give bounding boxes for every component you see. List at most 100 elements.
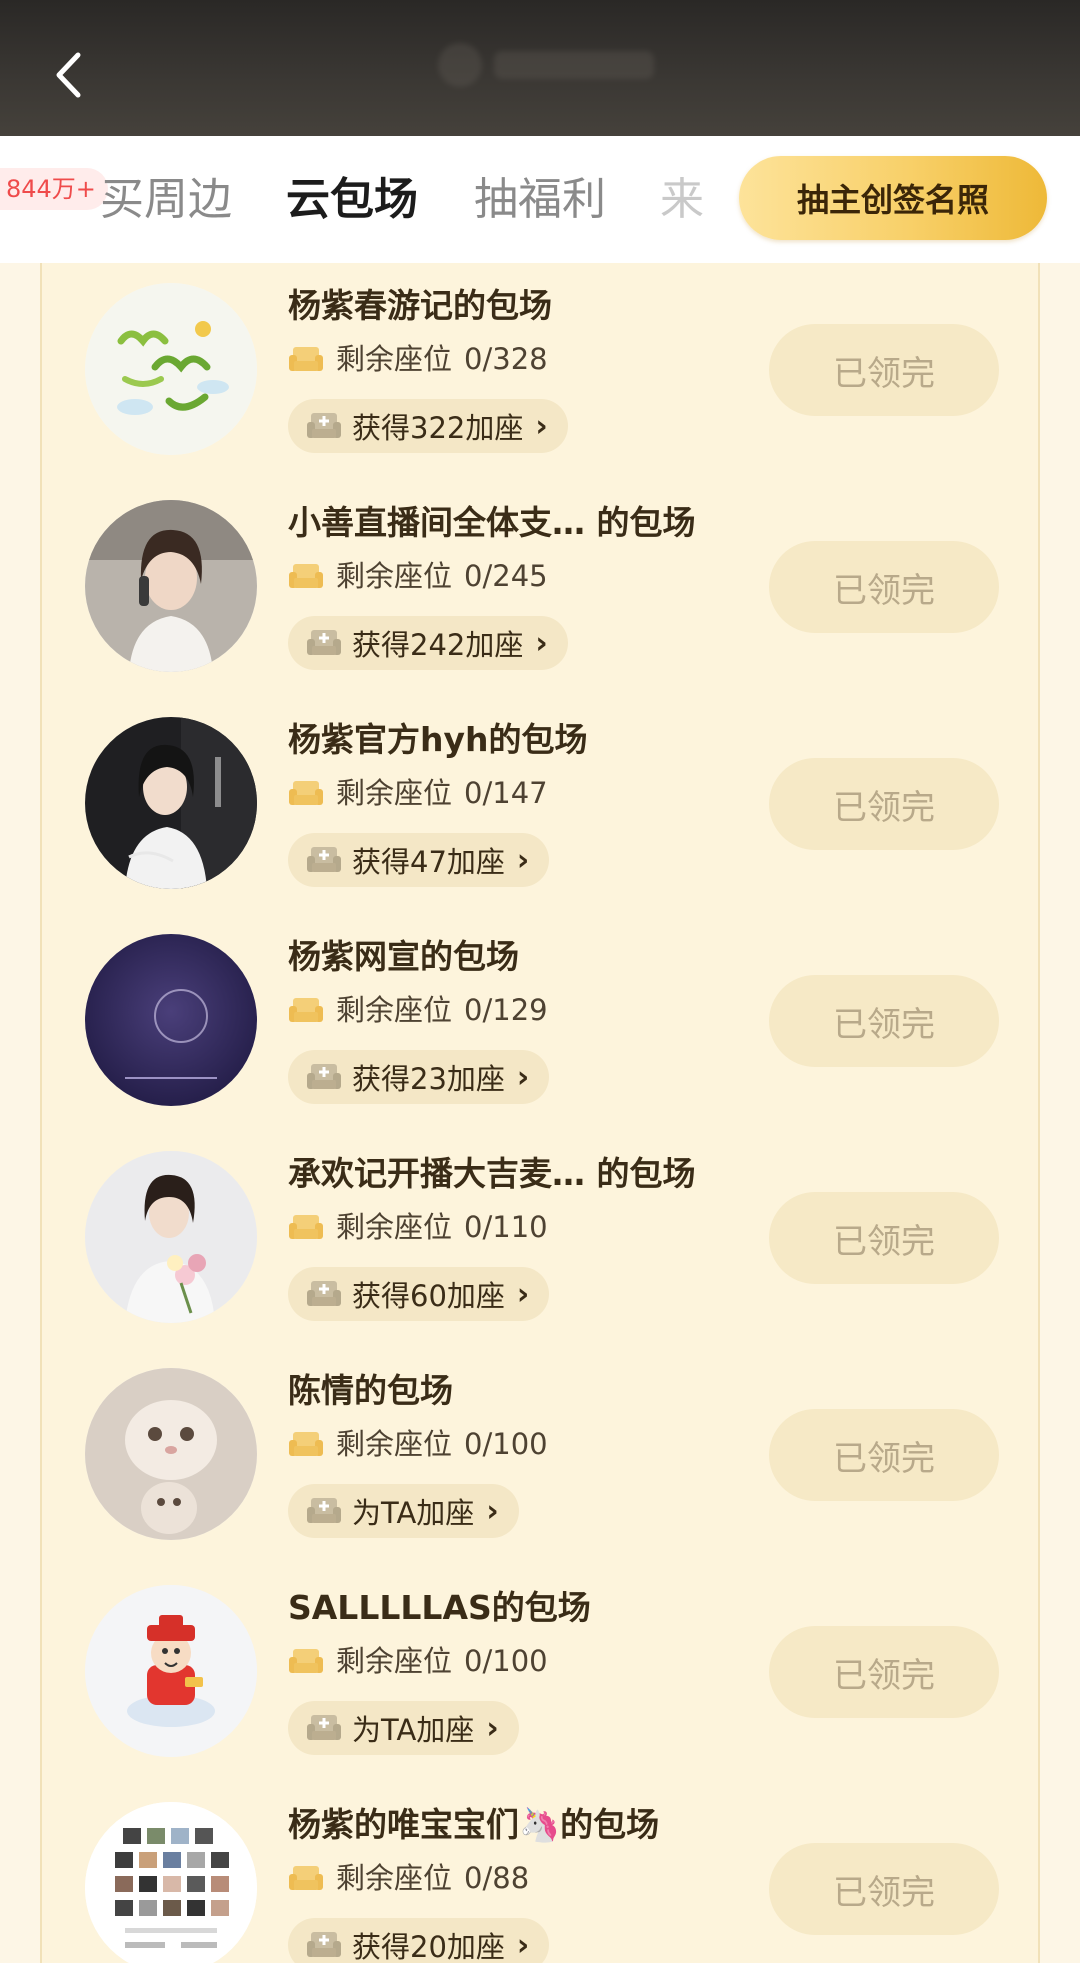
blurred-title bbox=[438, 40, 678, 90]
add-seat-icon bbox=[307, 1715, 341, 1740]
sofa-icon bbox=[289, 1432, 323, 1456]
seats-count: 0/100 bbox=[464, 1644, 548, 1678]
avatar bbox=[85, 934, 257, 1106]
tab-cloud-booking[interactable]: 云包场 bbox=[286, 172, 418, 228]
seats-count: 0/245 bbox=[464, 559, 548, 593]
row-title: SALLLLLAS的包场 bbox=[288, 1588, 591, 1627]
list-item[interactable]: 小善直播间全体支… 的包场 剩余座位 0/245 获得242加座 › 已领完 bbox=[42, 480, 1042, 697]
chevron-right-icon: › bbox=[516, 842, 530, 878]
avatar bbox=[85, 1802, 257, 1963]
add-seat-label: 获得322加座 bbox=[352, 411, 524, 445]
add-seat-button[interactable]: 为TA加座 › bbox=[288, 1484, 519, 1538]
add-seat-button[interactable]: 获得322加座 › bbox=[288, 399, 568, 453]
add-seat-button[interactable]: 为TA加座 › bbox=[288, 1701, 519, 1755]
list-item[interactable]: 杨紫网宣的包场 剩余座位 0/129 获得23加座 › 已领完 bbox=[42, 914, 1042, 1131]
row-title: 杨紫的唯宝宝们🦄的包场 bbox=[288, 1805, 660, 1844]
count-badge: 844万+ bbox=[0, 168, 108, 210]
add-seat-icon bbox=[307, 847, 341, 872]
chevron-right-icon: › bbox=[516, 1059, 530, 1095]
claimed-button[interactable]: 已领完 bbox=[769, 1409, 999, 1501]
seats-label: 剩余座位 bbox=[336, 342, 453, 376]
seats-label: 剩余座位 bbox=[336, 993, 453, 1027]
seats-count: 0/88 bbox=[464, 1861, 530, 1895]
top-header bbox=[0, 0, 1080, 136]
avatar bbox=[85, 717, 257, 889]
list-item[interactable]: SALLLLLAS的包场 剩余座位 0/100 为TA加座 › 已领完 bbox=[42, 1565, 1042, 1782]
seats-info: 剩余座位 0/328 bbox=[288, 341, 548, 377]
claimed-button[interactable]: 已领完 bbox=[769, 975, 999, 1067]
claimed-button[interactable]: 已领完 bbox=[769, 1192, 999, 1284]
chevron-right-icon: › bbox=[486, 1493, 499, 1529]
seats-count: 0/147 bbox=[464, 776, 548, 810]
tab-welfare[interactable]: 抽福利 bbox=[474, 172, 606, 228]
add-seat-label: 获得23加座 bbox=[352, 1062, 505, 1096]
add-seat-icon bbox=[307, 630, 341, 655]
sofa-icon bbox=[289, 1215, 323, 1239]
add-seat-label: 获得47加座 bbox=[352, 845, 505, 879]
lottery-button[interactable]: 抽主创签名照 bbox=[739, 156, 1047, 240]
tab-bar: 844万+ 买周边 云包场 抽福利 来 抽主创签名照 bbox=[0, 136, 1080, 263]
seats-label: 剩余座位 bbox=[336, 776, 453, 810]
add-seat-label: 获得60加座 bbox=[352, 1279, 505, 1313]
add-seat-label: 为TA加座 bbox=[352, 1713, 475, 1747]
avatar bbox=[85, 1151, 257, 1323]
seats-info: 剩余座位 0/147 bbox=[288, 775, 548, 811]
row-title: 杨紫网宣的包场 bbox=[288, 937, 519, 976]
claimed-button[interactable]: 已领完 bbox=[769, 758, 999, 850]
seats-count: 0/129 bbox=[464, 993, 548, 1027]
avatar bbox=[85, 1368, 257, 1540]
add-seat-button[interactable]: 获得23加座 › bbox=[288, 1050, 550, 1104]
add-seat-button[interactable]: 获得242加座 › bbox=[288, 616, 568, 670]
row-title: 小善直播间全体支… 的包场 bbox=[288, 503, 696, 542]
booking-list: 杨紫春游记的包场 剩余座位 0/328 获得322加座 › 已领完 小善直播间全… bbox=[40, 263, 1040, 1963]
chevron-right-icon: › bbox=[516, 1276, 530, 1312]
sofa-icon bbox=[289, 347, 323, 371]
list-item[interactable]: 杨紫的唯宝宝们🦄的包场 剩余座位 0/88 获得20加座 › 已领完 bbox=[42, 1782, 1042, 1963]
chevron-right-icon: › bbox=[516, 1927, 530, 1963]
sofa-icon bbox=[289, 564, 323, 588]
seats-info: 剩余座位 0/129 bbox=[288, 992, 548, 1028]
avatar bbox=[85, 283, 257, 455]
chevron-left-icon bbox=[56, 52, 81, 98]
add-seat-icon bbox=[307, 1498, 341, 1523]
claimed-button[interactable]: 已领完 bbox=[769, 1626, 999, 1718]
tab-merch[interactable]: 买周边 bbox=[100, 172, 232, 228]
sofa-icon bbox=[289, 1866, 323, 1890]
chevron-right-icon: › bbox=[486, 1710, 499, 1746]
claimed-button[interactable]: 已领完 bbox=[769, 541, 999, 633]
avatar bbox=[85, 1585, 257, 1757]
row-title: 承欢记开播大吉麦… 的包场 bbox=[288, 1154, 696, 1193]
claimed-button[interactable]: 已领完 bbox=[769, 324, 999, 416]
add-seat-button[interactable]: 获得47加座 › bbox=[288, 833, 550, 887]
tab-more[interactable]: 来 bbox=[660, 172, 704, 228]
add-seat-label: 为TA加座 bbox=[352, 1496, 475, 1530]
list-item[interactable]: 杨紫春游记的包场 剩余座位 0/328 获得322加座 › 已领完 bbox=[42, 263, 1042, 480]
seats-label: 剩余座位 bbox=[336, 1427, 453, 1461]
sofa-icon bbox=[289, 781, 323, 805]
add-seat-icon bbox=[307, 1064, 341, 1089]
seats-count: 0/328 bbox=[464, 342, 548, 376]
seats-count: 0/110 bbox=[464, 1210, 548, 1244]
seats-info: 剩余座位 0/110 bbox=[288, 1209, 548, 1245]
seats-label: 剩余座位 bbox=[336, 1644, 453, 1678]
seats-info: 剩余座位 0/100 bbox=[288, 1643, 548, 1679]
seats-label: 剩余座位 bbox=[336, 559, 453, 593]
list-item[interactable]: 承欢记开播大吉麦… 的包场 剩余座位 0/110 获得60加座 › 已领完 bbox=[42, 1131, 1042, 1348]
list-item[interactable]: 杨紫官方hyh的包场 剩余座位 0/147 获得47加座 › 已领完 bbox=[42, 697, 1042, 914]
add-seat-button[interactable]: 获得60加座 › bbox=[288, 1267, 550, 1321]
add-seat-icon bbox=[307, 413, 341, 438]
add-seat-label: 获得242加座 bbox=[352, 628, 524, 662]
claimed-button[interactable]: 已领完 bbox=[769, 1843, 999, 1935]
back-button[interactable] bbox=[40, 40, 96, 110]
avatar bbox=[85, 500, 257, 672]
row-title: 杨紫官方hyh的包场 bbox=[288, 720, 588, 759]
seats-count: 0/100 bbox=[464, 1427, 548, 1461]
sofa-icon bbox=[289, 1649, 323, 1673]
add-seat-button[interactable]: 获得20加座 › bbox=[288, 1918, 550, 1963]
list-item[interactable]: 陈情的包场 剩余座位 0/100 为TA加座 › 已领完 bbox=[42, 1348, 1042, 1565]
seats-info: 剩余座位 0/100 bbox=[288, 1426, 548, 1462]
add-seat-icon bbox=[307, 1932, 341, 1957]
chevron-right-icon: › bbox=[535, 408, 548, 444]
row-title: 杨紫春游记的包场 bbox=[288, 286, 552, 325]
add-seat-label: 获得20加座 bbox=[352, 1930, 505, 1963]
